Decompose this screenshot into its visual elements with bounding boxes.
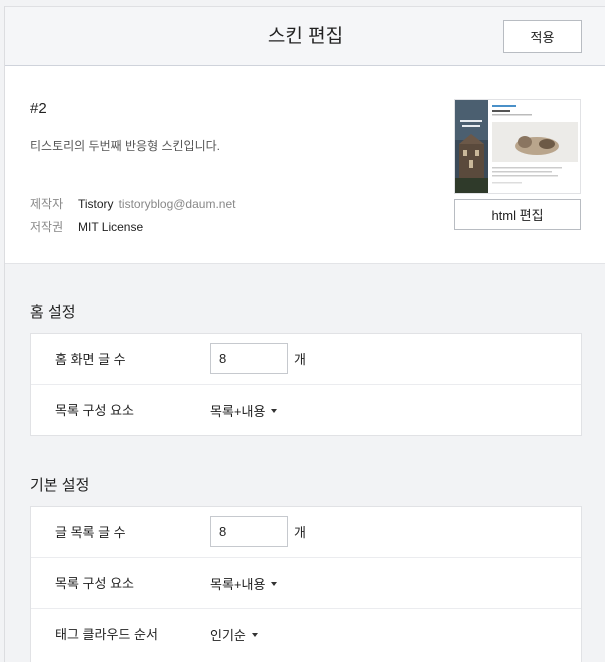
license-row: 저작권 MIT License (30, 218, 143, 235)
author-row: 제작자 Tistory tistoryblog@daum.net (30, 195, 235, 212)
apply-button[interactable]: 적용 (503, 20, 582, 53)
home-list-components-value: 목록+내용 (210, 404, 266, 419)
tag-cloud-order-row: 태그 클라우드 순서 인기순 (31, 609, 581, 660)
list-components-select[interactable]: 목록+내용 (210, 558, 278, 609)
tag-cloud-order-value: 인기순 (210, 628, 246, 643)
home-post-count-unit: 개 (294, 352, 306, 367)
license-value: MIT License (78, 219, 144, 234)
caret-down-icon (271, 408, 278, 413)
basic-settings-box: 글 목록 글 수 개 목록 구성 요소 목록+내용 태그 클라우드 순서 인기순 (30, 506, 582, 662)
home-list-components-row: 목록 구성 요소 목록+내용 (31, 385, 581, 436)
skin-description: 티스토리의 두번째 반응형 스킨입니다. (30, 139, 220, 153)
list-components-row: 목록 구성 요소 목록+내용 (31, 558, 581, 609)
author-email: tistoryblog@daum.net (118, 196, 236, 211)
skin-thumbnail (454, 99, 581, 194)
skin-edit-panel: 스킨 편집 적용 #2 티스토리의 두번째 반응형 스킨입니다. 제작자 Tis… (4, 6, 605, 662)
list-post-count-label: 글 목록 글 수 (55, 525, 126, 540)
home-post-count-input[interactable] (210, 343, 288, 374)
home-settings-title: 홈 설정 (30, 304, 76, 321)
list-components-label: 목록 구성 요소 (55, 576, 134, 591)
home-settings-box: 홈 화면 글 수 개 목록 구성 요소 목록+내용 (30, 333, 582, 436)
list-post-count-row: 글 목록 글 수 개 (31, 507, 581, 558)
header: 스킨 편집 적용 (5, 6, 605, 66)
html-edit-button[interactable]: html 편집 (454, 199, 581, 230)
home-post-count-row: 홈 화면 글 수 개 (31, 334, 581, 385)
tag-cloud-order-label: 태그 클라우드 순서 (55, 627, 158, 642)
list-post-count-unit: 개 (294, 525, 306, 540)
list-post-count-input[interactable] (210, 516, 288, 547)
caret-down-icon (251, 632, 258, 637)
caret-down-icon (271, 581, 278, 586)
list-components-value: 목록+내용 (210, 577, 266, 592)
tag-cloud-order-select[interactable]: 인기순 (210, 609, 258, 660)
author-name: Tistory (78, 196, 114, 211)
home-post-count-label: 홈 화면 글 수 (55, 352, 126, 367)
license-key: 저작권 (30, 220, 64, 234)
skin-name: #2 (30, 100, 47, 117)
basic-settings-title: 기본 설정 (30, 477, 90, 494)
home-list-components-label: 목록 구성 요소 (55, 403, 134, 418)
author-key: 제작자 (30, 197, 64, 211)
skin-info: #2 티스토리의 두번째 반응형 스킨입니다. 제작자 Tistory tist… (5, 66, 605, 264)
home-list-components-select[interactable]: 목록+내용 (210, 385, 278, 436)
